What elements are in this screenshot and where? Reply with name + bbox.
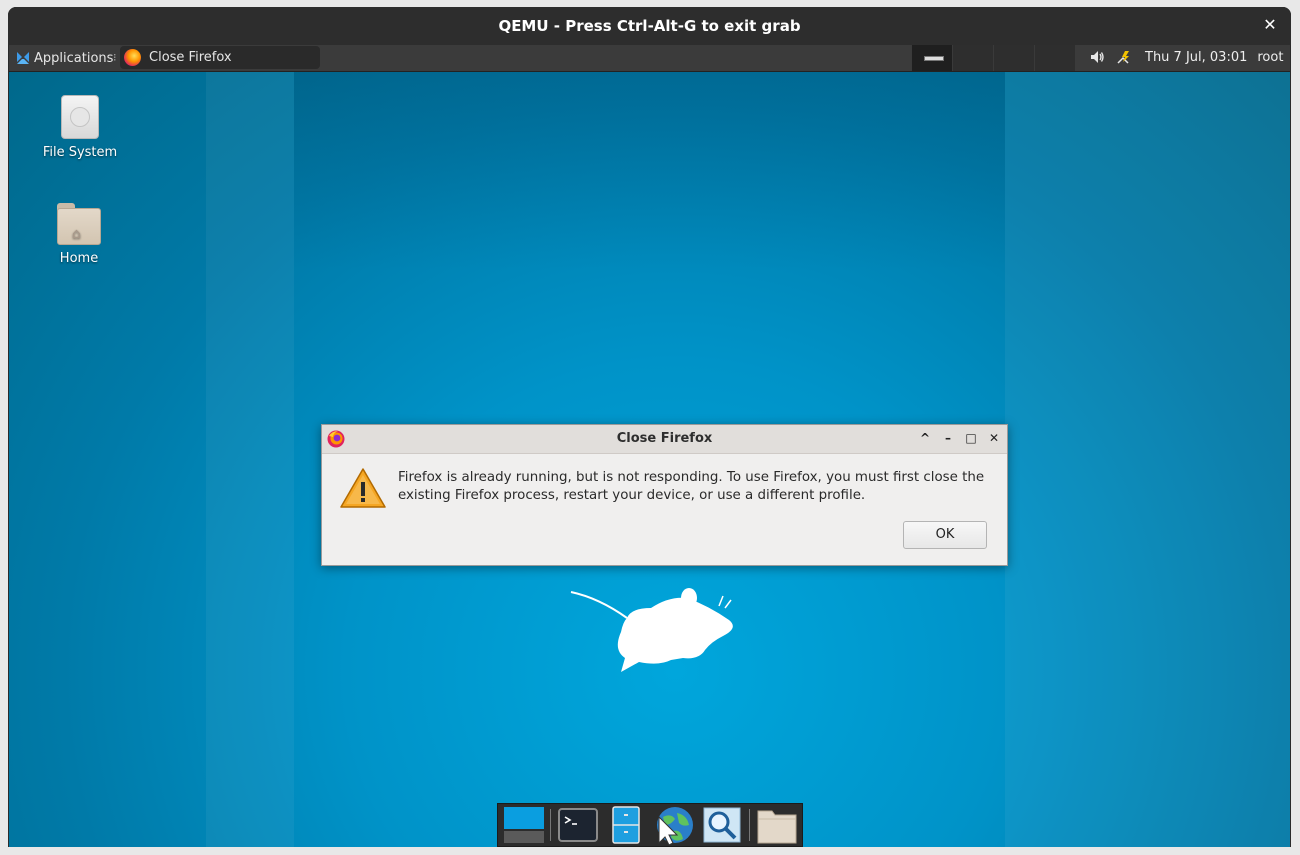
- terminal-icon[interactable]: [557, 805, 599, 845]
- qemu-titlebar[interactable]: QEMU - Press Ctrl-Alt-G to exit grab ✕: [8, 7, 1291, 45]
- system-tray: Thu 7 Jul, 03:01 root: [1089, 49, 1283, 65]
- xfce-menu-icon: [17, 52, 29, 64]
- desktop-icon-home[interactable]: ⌂ Home: [34, 203, 124, 266]
- qemu-window: QEMU - Press Ctrl-Alt-G to exit grab ✕ A…: [8, 7, 1291, 847]
- network-icon[interactable]: [1115, 49, 1131, 65]
- show-desktop-icon[interactable]: [502, 805, 544, 845]
- workspace-switcher[interactable]: [911, 45, 1075, 71]
- dock-separator: [749, 809, 750, 841]
- workspace-4[interactable]: [1034, 45, 1075, 71]
- taskbar-item-label: Close Firefox: [149, 50, 232, 65]
- app-finder-icon[interactable]: [701, 805, 743, 845]
- folder-icon[interactable]: [756, 805, 798, 845]
- dock-separator: [550, 809, 551, 841]
- desktop-icon-file-system[interactable]: File System: [35, 95, 125, 160]
- clock[interactable]: Thu 7 Jul, 03:01: [1145, 50, 1247, 65]
- volume-icon[interactable]: [1089, 49, 1105, 65]
- wallpaper-band-left: [206, 71, 294, 847]
- dialog-title: Close Firefox: [616, 431, 713, 446]
- panel-separator: ⁝: [113, 51, 117, 64]
- file-manager-icon[interactable]: [605, 805, 647, 845]
- dialog-message: Firefox is already running, but is not r…: [398, 470, 985, 503]
- desktop-icon-label: Home: [59, 251, 99, 266]
- workspace-3[interactable]: [993, 45, 1034, 71]
- maximize-icon[interactable]: □: [964, 431, 978, 445]
- user-menu[interactable]: root: [1257, 50, 1283, 65]
- dialog-titlebar[interactable]: Close Firefox ^ – □ ✕: [322, 425, 1007, 454]
- firefox-icon: [124, 49, 141, 66]
- warning-icon: [340, 468, 386, 508]
- drive-icon: [61, 95, 99, 139]
- applications-label: Applications: [34, 50, 114, 66]
- close-firefox-dialog: Close Firefox ^ – □ ✕ Firefox is already…: [321, 424, 1008, 566]
- shade-icon[interactable]: ^: [918, 431, 932, 445]
- home-folder-icon: ⌂: [57, 203, 101, 245]
- workspace-1[interactable]: [911, 45, 952, 71]
- close-icon[interactable]: ✕: [987, 431, 1001, 445]
- qemu-close-icon[interactable]: ✕: [1261, 16, 1279, 34]
- wallpaper-band-right: [1005, 71, 1290, 847]
- workspace-2[interactable]: [952, 45, 993, 71]
- xfce-mouse-logo: [570, 588, 733, 672]
- applications-menu-button[interactable]: Applications: [12, 48, 117, 68]
- web-browser-icon[interactable]: [653, 805, 695, 846]
- dock: [497, 803, 803, 847]
- wallpaper-band-top: [294, 71, 1005, 271]
- minimize-icon[interactable]: –: [941, 431, 955, 445]
- vm-desktop: Applications ⁝ Close Firefox Thu 7 Jul, …: [9, 45, 1290, 847]
- dialog-window-controls: ^ – □ ✕: [918, 431, 1001, 445]
- qemu-title: QEMU - Press Ctrl-Alt-G to exit grab: [498, 17, 801, 35]
- top-panel: Applications ⁝ Close Firefox Thu 7 Jul, …: [9, 45, 1290, 72]
- desktop-icon-label: File System: [42, 145, 118, 160]
- taskbar-item-close-firefox[interactable]: Close Firefox: [120, 46, 320, 69]
- ok-button[interactable]: OK: [903, 521, 987, 549]
